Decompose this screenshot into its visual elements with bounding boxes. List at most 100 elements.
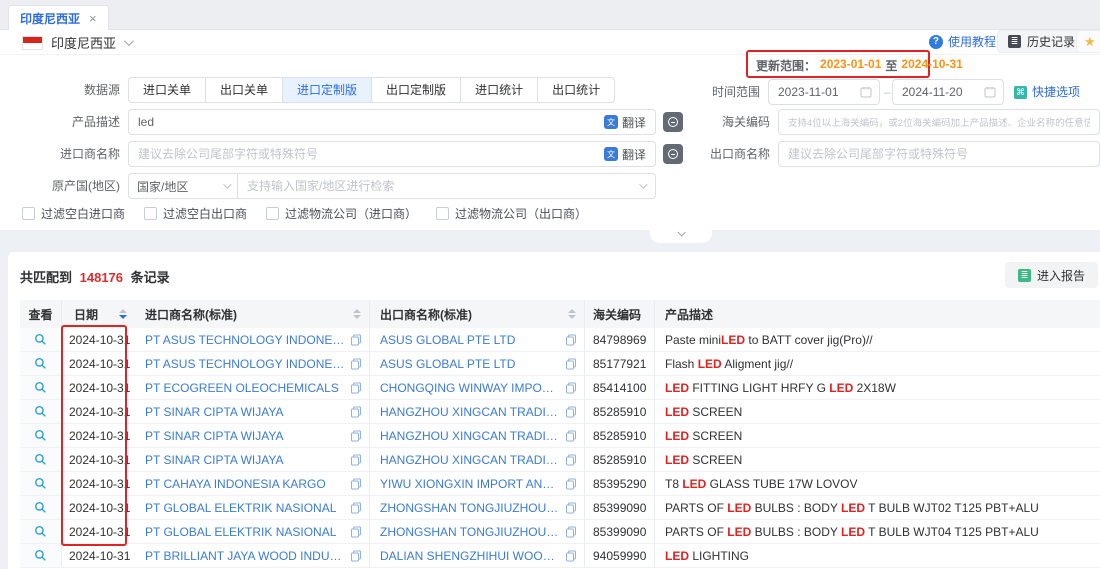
magnifier-icon[interactable] <box>34 549 47 562</box>
filter-checkbox[interactable]: 过滤物流公司（进口商） <box>266 205 417 222</box>
exporter-link[interactable]: HANGZHOU XINGCAN TRADING CO LTD <box>380 429 560 443</box>
date-from-input[interactable] <box>769 81 860 103</box>
sort-icon[interactable] <box>353 309 361 319</box>
hscode-input[interactable] <box>779 111 1099 133</box>
date-to-input[interactable] <box>893 81 984 103</box>
magnifier-icon[interactable] <box>34 333 47 346</box>
copy-icon[interactable] <box>350 406 362 418</box>
checkbox-icon[interactable] <box>266 207 279 220</box>
copy-icon[interactable] <box>565 502 577 514</box>
copy-icon[interactable] <box>350 334 362 346</box>
datasource-tab[interactable]: 出口统计 <box>537 77 615 103</box>
header-date[interactable]: 日期 <box>62 300 135 328</box>
importer-link[interactable]: PT ASUS TECHNOLOGY INDONESIA BA... <box>145 333 345 347</box>
magnifier-icon[interactable] <box>34 477 47 490</box>
exporter-link[interactable]: ZHONGSHAN TONGJIUZHOU INTERNA... <box>380 525 560 539</box>
copy-icon[interactable] <box>565 550 577 562</box>
translate-button[interactable]: 文 翻译 <box>600 146 655 163</box>
copy-icon[interactable] <box>565 334 577 346</box>
product-field[interactable]: 文 翻译 <box>128 109 656 135</box>
filter-checkbox[interactable]: 过滤物流公司（出口商） <box>436 205 587 222</box>
importer-link[interactable]: PT GLOBAL ELEKTRIK NASIONAL <box>145 501 345 515</box>
checkbox-icon[interactable] <box>436 207 449 220</box>
date-to-field[interactable] <box>892 79 1004 105</box>
importer-link[interactable]: PT GLOBAL ELEKTRIK NASIONAL <box>145 525 345 539</box>
exporter-link[interactable]: HANGZHOU XINGCAN TRADING CO LTD <box>380 453 560 467</box>
exporter-link[interactable]: CHONGQING WINWAY IMPORT AND E... <box>380 381 560 395</box>
sort-icon[interactable] <box>568 309 576 319</box>
collapse-form-button[interactable] <box>650 230 712 243</box>
quick-options-button[interactable]: ⌘ 快捷选项 <box>1014 79 1080 105</box>
filter-checkbox[interactable]: 过滤空白出口商 <box>144 205 247 222</box>
magnifier-icon[interactable] <box>34 381 47 394</box>
exporter-input[interactable] <box>779 143 1099 165</box>
date-from-field[interactable] <box>768 79 880 105</box>
magnifier-icon[interactable] <box>34 429 47 442</box>
copy-icon[interactable] <box>350 478 362 490</box>
magnifier-icon[interactable] <box>34 405 47 418</box>
origin-search-field[interactable] <box>237 173 656 199</box>
header-exporter[interactable]: 出口商名称(标准) <box>370 300 585 328</box>
datasource-tab[interactable]: 进口关单 <box>128 77 206 103</box>
sort-icon[interactable] <box>119 309 127 319</box>
update-range-label: 更新范围： <box>756 57 816 74</box>
magnifier-icon[interactable] <box>34 501 47 514</box>
magnifier-icon[interactable] <box>34 525 47 538</box>
importer-link[interactable]: PT CAHAYA INDONESIA KARGO <box>145 477 345 491</box>
hscode-field[interactable] <box>778 109 1100 135</box>
exporter-link[interactable]: HANGZHOU XINGCAN TRADING CO LTD <box>380 405 560 419</box>
tab-indonesia[interactable]: 印度尼西亚 × <box>8 5 109 31</box>
importer-link[interactable]: PT SINAR CIPTA WIJAYA <box>145 453 345 467</box>
importer-link[interactable]: PT ASUS TECHNOLOGY INDONESIA BA... <box>145 357 345 371</box>
filter-checkbox[interactable]: 过滤空白进口商 <box>22 205 125 222</box>
checkbox-icon[interactable] <box>22 207 35 220</box>
exporter-cell: HANGZHOU XINGCAN TRADING CO LTD <box>370 400 585 423</box>
exact-match-toggle[interactable] <box>663 112 683 132</box>
datasource-tab[interactable]: 出口关单 <box>205 77 283 103</box>
datasource-tab[interactable]: 出口定制版 <box>371 77 461 103</box>
header-importer[interactable]: 进口商名称(标准) <box>135 300 370 328</box>
tab-close-icon[interactable]: × <box>89 11 97 26</box>
tutorial-button[interactable]: ? 使用教程 <box>929 33 996 50</box>
exporter-link[interactable]: YIWU XIONGXIN IMPORT AND EXPORT... <box>380 477 560 491</box>
copy-icon[interactable] <box>350 454 362 466</box>
copy-icon[interactable] <box>565 382 577 394</box>
magnifier-icon[interactable] <box>34 357 47 370</box>
copy-icon[interactable] <box>565 526 577 538</box>
importer-link[interactable]: PT SINAR CIPTA WIJAYA <box>145 405 345 419</box>
copy-icon[interactable] <box>350 430 362 442</box>
translate-button[interactable]: 文 翻译 <box>600 114 655 131</box>
copy-icon[interactable] <box>350 382 362 394</box>
copy-icon[interactable] <box>565 454 577 466</box>
exporter-link[interactable]: DALIAN SHENGZHIHUI WOOD INDUST... <box>380 549 560 563</box>
importer-link[interactable]: PT SINAR CIPTA WIJAYA <box>145 429 345 443</box>
copy-icon[interactable] <box>565 430 577 442</box>
country-selector[interactable]: 印度尼西亚 <box>22 33 131 52</box>
origin-type-select[interactable]: 国家/地区 <box>128 173 238 199</box>
copy-icon[interactable] <box>350 358 362 370</box>
importer-link[interactable]: PT ECOGREEN OLEOCHEMICALS <box>145 381 345 395</box>
importer-link[interactable]: PT BRILLIANT JAYA WOOD INDUSTRY <box>145 549 345 563</box>
datasource-tab[interactable]: 进口统计 <box>460 77 538 103</box>
importer-input[interactable] <box>129 143 600 165</box>
exporter-field[interactable] <box>778 141 1100 167</box>
magnifier-icon[interactable] <box>34 453 47 466</box>
copy-icon[interactable] <box>565 406 577 418</box>
exact-match-toggle[interactable] <box>663 144 683 164</box>
history-button[interactable]: ≣ 历史记录 <box>997 30 1086 53</box>
enter-report-button[interactable]: ≣ 进入报告 <box>1005 262 1098 288</box>
copy-icon[interactable] <box>565 478 577 490</box>
exporter-link[interactable]: ASUS GLOBAL PTE LTD <box>380 357 560 371</box>
importer-field[interactable]: 文 翻译 <box>128 141 656 167</box>
copy-icon[interactable] <box>565 358 577 370</box>
origin-search-input[interactable] <box>238 175 639 197</box>
product-input[interactable] <box>129 111 600 133</box>
copy-icon[interactable] <box>350 550 362 562</box>
exporter-link[interactable]: ZHONGSHAN TONGJIUZHOU INTERNA... <box>380 501 560 515</box>
premium-button[interactable]: ★ <box>1076 30 1100 53</box>
datasource-tab[interactable]: 进口定制版 <box>282 77 372 103</box>
copy-icon[interactable] <box>350 526 362 538</box>
exporter-link[interactable]: ASUS GLOBAL PTE LTD <box>380 333 560 347</box>
copy-icon[interactable] <box>350 502 362 514</box>
checkbox-icon[interactable] <box>144 207 157 220</box>
